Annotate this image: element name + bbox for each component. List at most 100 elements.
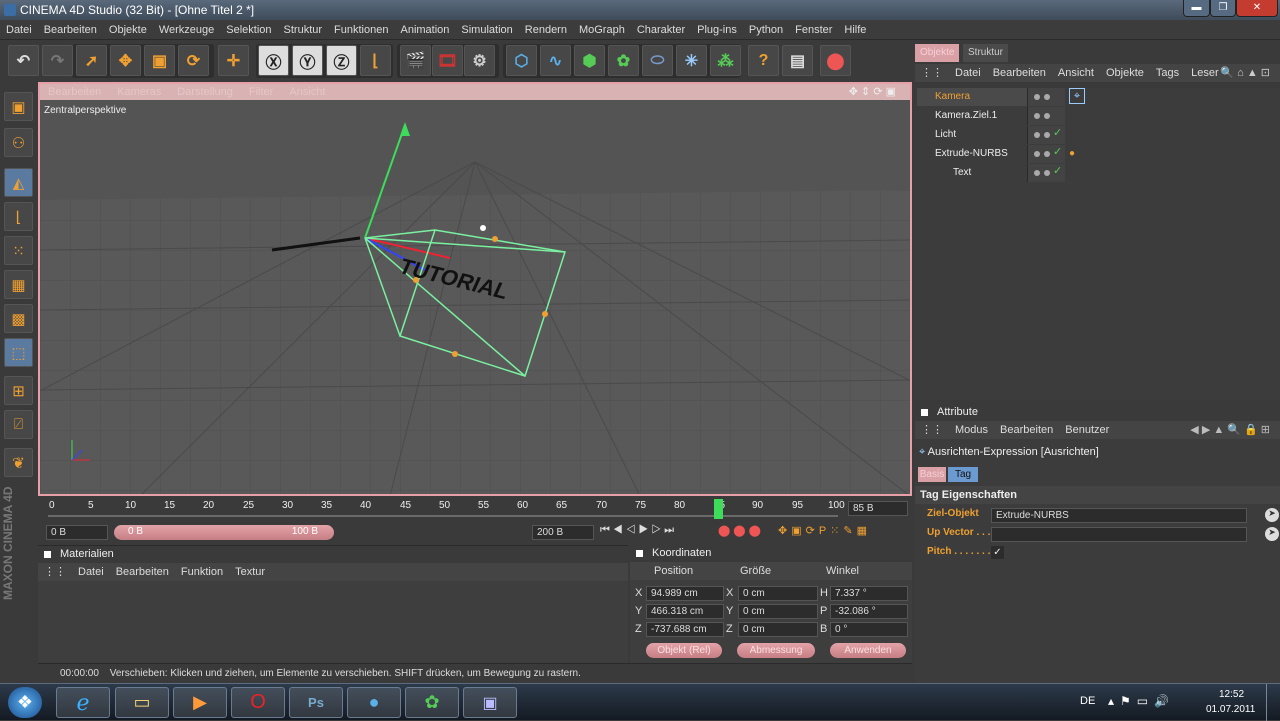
- redo-icon[interactable]: ↷: [42, 45, 73, 76]
- materials-menu-textur[interactable]: Textur: [235, 566, 265, 578]
- attributes-menu-benutzer[interactable]: Benutzer: [1065, 424, 1109, 436]
- texture-mode-icon[interactable]: ⚇: [4, 128, 33, 157]
- model-mode-icon[interactable]: ◭: [4, 168, 33, 197]
- object-mode-icon[interactable]: ⌊: [4, 202, 33, 231]
- materials-menu-datei[interactable]: Datei: [78, 566, 104, 578]
- apply-button[interactable]: Anwenden: [830, 643, 906, 658]
- visibility-toggle[interactable]: ✓: [1027, 126, 1065, 144]
- object-row-kamera-ziel[interactable]: Kamera.Ziel.1: [917, 107, 1027, 125]
- size-z-field[interactable]: 0 cm: [738, 622, 818, 637]
- scale-icon[interactable]: ▣: [144, 45, 175, 76]
- phong-tag-icon[interactable]: ●: [1069, 148, 1075, 159]
- object-row-extrude-nurbs[interactable]: Extrude-NURBS: [917, 145, 1027, 163]
- array-icon[interactable]: ✿: [608, 45, 639, 76]
- end-frame-field[interactable]: 200 B: [532, 525, 594, 540]
- menu-datei[interactable]: Datei: [0, 20, 38, 40]
- menu-bearbeiten[interactable]: Bearbeiten: [38, 20, 103, 40]
- app-window-icon[interactable]: ▣: [463, 687, 517, 718]
- menu-selektion[interactable]: Selektion: [220, 20, 277, 40]
- attributes-menu-modus[interactable]: Modus: [955, 424, 988, 436]
- current-frame-field[interactable]: 85 B: [848, 501, 908, 516]
- deformer-icon[interactable]: ⬭: [642, 45, 673, 76]
- explorer-icon[interactable]: ▭: [115, 687, 169, 718]
- icq-icon[interactable]: ✿: [405, 687, 459, 718]
- visibility-toggle[interactable]: ✓: [1027, 145, 1065, 163]
- objects-menu-datei[interactable]: Datei: [955, 67, 981, 79]
- cube-icon[interactable]: ⬡: [506, 45, 537, 76]
- object-row-text[interactable]: Text: [917, 164, 1027, 182]
- enabled-check-icon[interactable]: ✓: [1053, 126, 1062, 139]
- target-object-field[interactable]: Extrude-NURBS: [991, 508, 1247, 523]
- attributes-nav-icons[interactable]: ◀ ▶ ▲ 🔍 🔒 ⊞: [1190, 421, 1270, 439]
- objects-menu-bearbeiten[interactable]: Bearbeiten: [993, 67, 1046, 79]
- timeline-ruler[interactable]: 0 5 10 15 20 25 30 35 40 45 50 55 60 65 …: [38, 496, 912, 522]
- restore-button[interactable]: ❐: [1210, 0, 1236, 17]
- show-desktop-button[interactable]: [1266, 684, 1280, 721]
- particle-icon[interactable]: ⁂: [710, 45, 741, 76]
- enabled-check-icon[interactable]: ✓: [1053, 145, 1062, 158]
- spline-icon[interactable]: ∿: [540, 45, 571, 76]
- attributes-menu-bearbeiten[interactable]: Bearbeiten: [1000, 424, 1053, 436]
- tab-tag[interactable]: Tag: [948, 467, 978, 482]
- menu-hilfe[interactable]: Hilfe: [838, 20, 872, 40]
- language-indicator[interactable]: DE: [1080, 695, 1095, 707]
- menu-charakter[interactable]: Charakter: [631, 20, 691, 40]
- menu-simulation[interactable]: Simulation: [455, 20, 518, 40]
- target-pick-icon[interactable]: ➤: [1265, 508, 1279, 522]
- minimize-button[interactable]: ▬: [1183, 0, 1210, 17]
- nurbs-icon[interactable]: ⬢: [574, 45, 605, 76]
- render-settings-icon[interactable]: ⚙: [464, 45, 495, 76]
- menu-objekte[interactable]: Objekte: [103, 20, 153, 40]
- viewport-nav-icons[interactable]: ✥ ⇕ ⟳ ▣: [841, 84, 904, 100]
- visibility-toggle[interactable]: [1027, 107, 1065, 125]
- z-axis-icon[interactable]: Ⓩ: [326, 45, 357, 76]
- menu-fenster[interactable]: Fenster: [789, 20, 838, 40]
- up-vector-pick-icon[interactable]: ➤: [1265, 527, 1279, 541]
- media-player-icon[interactable]: ▶: [173, 687, 227, 718]
- cinema4d-icon[interactable]: ●: [347, 687, 401, 718]
- start-frame-field[interactable]: 0 B: [46, 525, 108, 540]
- pitch-checkbox[interactable]: ✓: [991, 546, 1004, 559]
- viewport-menu-darstellung[interactable]: Darstellung: [169, 84, 241, 100]
- viewport-menu-ansicht[interactable]: Ansicht: [281, 84, 333, 100]
- angle-p-field[interactable]: -32.086 °: [830, 604, 908, 619]
- menu-funktionen[interactable]: Funktionen: [328, 20, 394, 40]
- points-mode-icon[interactable]: ⁙: [4, 236, 33, 265]
- object-row-licht[interactable]: Licht: [917, 126, 1027, 144]
- photoshop-icon[interactable]: Ps: [289, 687, 343, 718]
- menu-rendern[interactable]: Rendern: [519, 20, 573, 40]
- angle-b-field[interactable]: 0 °: [830, 622, 908, 637]
- select-cursor-icon[interactable]: ➚: [76, 45, 107, 76]
- visibility-toggle[interactable]: ✓: [1027, 164, 1065, 182]
- help-cursor-icon[interactable]: ?: [748, 45, 779, 76]
- record-buttons[interactable]: ⬤⬤⬤: [718, 524, 764, 537]
- scene-icon[interactable]: ✳: [676, 45, 707, 76]
- move-icon[interactable]: ✥: [110, 45, 141, 76]
- undo-icon[interactable]: ↶: [8, 45, 39, 76]
- materials-menu-funktion[interactable]: Funktion: [181, 566, 223, 578]
- objects-menu-ansicht[interactable]: Ansicht: [1058, 67, 1094, 79]
- menu-animation[interactable]: Animation: [394, 20, 455, 40]
- axis-mode-icon[interactable]: ⍁: [4, 410, 33, 439]
- clock-time[interactable]: 12:52: [1219, 689, 1244, 700]
- angle-h-field[interactable]: 7.337 °: [830, 586, 908, 601]
- menu-python[interactable]: Python: [743, 20, 789, 40]
- sculpt-icon[interactable]: ❦: [4, 448, 33, 477]
- record-icon[interactable]: ⬤: [820, 45, 851, 76]
- y-axis-icon[interactable]: Ⓨ: [292, 45, 323, 76]
- snap-icon[interactable]: ⊞: [4, 376, 33, 405]
- coordinate-system-icon[interactable]: ⌊: [360, 45, 391, 76]
- start-button[interactable]: ❖: [8, 687, 42, 718]
- clock-date[interactable]: 01.07.2011: [1206, 704, 1255, 715]
- opera-icon[interactable]: O: [231, 687, 285, 718]
- object-rel-dropdown[interactable]: Objekt (Rel): [646, 643, 722, 658]
- rotate-icon[interactable]: ⟳: [178, 45, 209, 76]
- tab-struktur[interactable]: Struktur: [963, 44, 1009, 62]
- playback-buttons[interactable]: ⏮◀◁▶▷⏭: [600, 524, 677, 537]
- render-view-icon[interactable]: 🎬: [400, 45, 431, 76]
- tab-basis[interactable]: Basis: [918, 467, 946, 482]
- size-y-field[interactable]: 0 cm: [738, 604, 818, 619]
- render-picture-viewer-icon[interactable]: 🎞: [432, 45, 463, 76]
- live-selection-icon[interactable]: ✛: [218, 45, 249, 76]
- menu-struktur[interactable]: Struktur: [278, 20, 329, 40]
